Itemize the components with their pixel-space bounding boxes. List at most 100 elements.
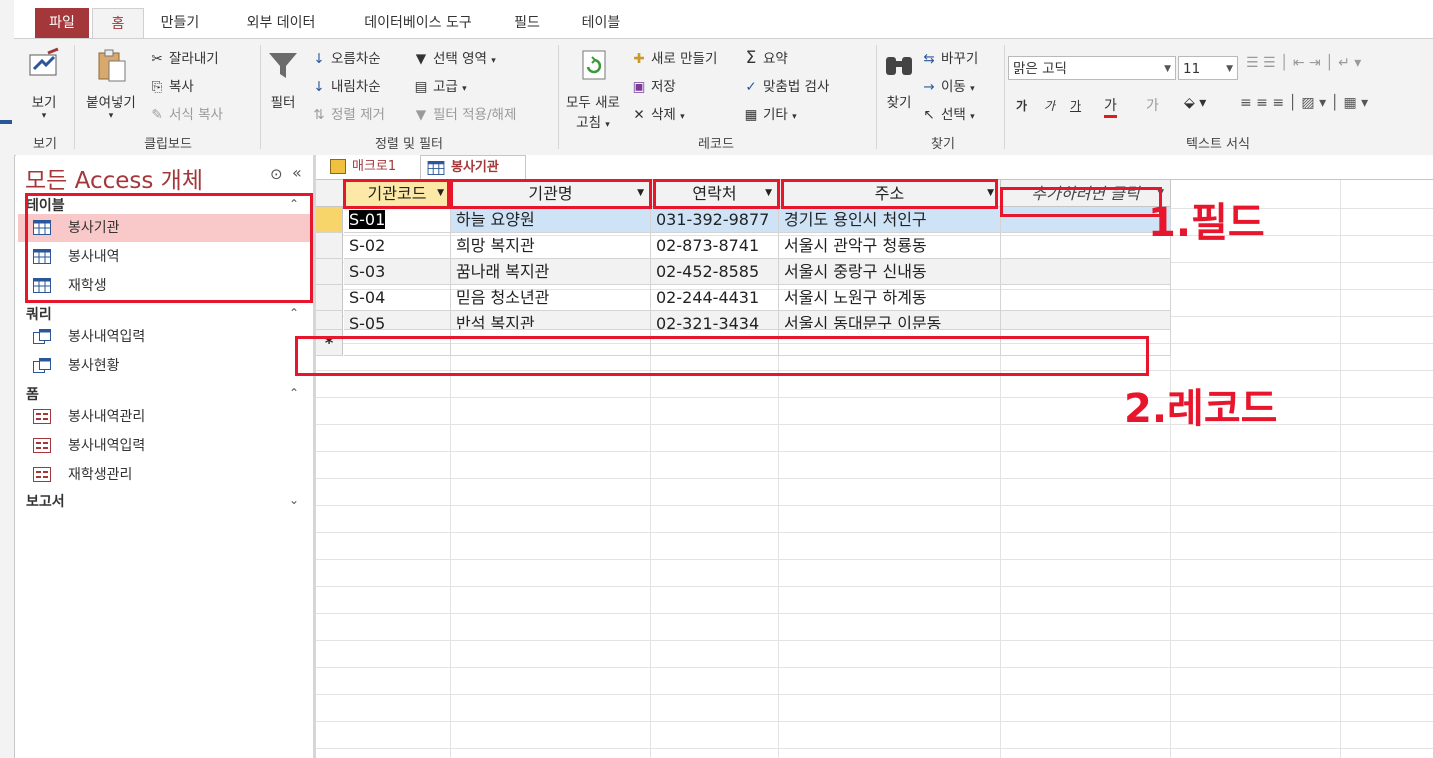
goto-button[interactable]: → 이동 ▾ (920, 75, 974, 95)
replace-button[interactable]: ⇆ 바꾸기 (920, 47, 978, 67)
underline-button[interactable]: 가 (1070, 97, 1081, 114)
new-record-button[interactable]: ✚ 새로 만들기 (630, 47, 717, 67)
row-selector[interactable] (316, 259, 343, 285)
toggle-filter-button[interactable]: ▼ 필터 적용/해제 (412, 103, 517, 123)
font-name-combo[interactable]: 맑은 고딕 ▼ (1008, 56, 1176, 80)
spelling-icon: ✓ (745, 79, 757, 95)
table-cell[interactable]: 하늘 요양원 (451, 207, 651, 233)
delete-record-button[interactable]: ✕ 삭제 ▾ (630, 103, 684, 123)
cut-button[interactable]: ✂ 잘라내기 (148, 47, 218, 67)
nav-item-query-봉사내역입력[interactable]: 봉사내역입력 (18, 323, 311, 351)
highlight-button[interactable]: 가 (1146, 95, 1159, 115)
nav-section-forms[interactable]: 폼 (26, 384, 39, 404)
fill-color-button[interactable]: ⬙ ▾ (1184, 95, 1206, 111)
table-cell[interactable] (1001, 285, 1171, 311)
table-cell[interactable]: S-05 (344, 311, 451, 330)
table-cell[interactable]: 서울시 관악구 청룡동 (779, 233, 1001, 259)
table-cell[interactable]: 02-873-8741 (651, 233, 779, 259)
table-cell[interactable] (1001, 233, 1171, 259)
nav-item-form-재학생관리[interactable]: 재학생관리 (18, 461, 311, 489)
table-cell[interactable]: 경기도 용인시 처인구 (779, 207, 1001, 233)
more-button[interactable]: ▦ 기타 ▾ (742, 103, 797, 123)
row-selector[interactable] (316, 207, 343, 233)
refresh-all-button[interactable]: 모두 새로 고침 ▾ (560, 47, 626, 131)
sort-ascending-button[interactable]: ↓ 오름차순 (310, 47, 380, 67)
font-color-button[interactable]: 가 (1104, 95, 1117, 118)
table-cell[interactable]: 서울시 노원구 하계동 (779, 285, 1001, 311)
chevron-down-icon: ▼ (1226, 64, 1233, 74)
table-cell[interactable]: 02-452-8585 (651, 259, 779, 285)
arrow-right-icon: → (923, 79, 935, 95)
tab-file[interactable]: 파일 (35, 8, 89, 38)
find-button[interactable]: 찾기 (876, 47, 922, 111)
tab-create[interactable]: 만들기 (150, 8, 210, 38)
table-cell[interactable]: 031-392-9877 (651, 207, 779, 233)
table-cell[interactable]: 희망 복지관 (451, 233, 651, 259)
doc-tab-table[interactable]: 봉사기관 (420, 155, 526, 181)
table-cell[interactable]: 반석 복지관 (451, 311, 651, 330)
bold-button[interactable]: 가 (1016, 97, 1027, 114)
chevron-down-icon[interactable]: ⌄ (289, 493, 299, 507)
copy-icon: ⎘ (151, 79, 163, 95)
tab-fields[interactable]: 필드 (502, 8, 552, 38)
row-selector[interactable] (316, 311, 343, 330)
collapse-pane-icon[interactable]: « (292, 163, 302, 182)
query-icon (33, 358, 51, 373)
select-button[interactable]: ↖ 선택 ▾ (920, 103, 974, 123)
chevron-up-icon[interactable]: ⌃ (289, 386, 299, 400)
tab-table[interactable]: 테이블 (566, 8, 636, 38)
chevron-up-icon[interactable]: ⌃ (289, 306, 299, 320)
selection-filter-button[interactable]: ▼ 선택 영역 ▾ (412, 47, 496, 67)
list-buttons[interactable]: ☰ ☰ │ ⇤ ⇥ │ ↵ ▾ (1246, 55, 1361, 71)
table-cell[interactable]: 02-321-3434 (651, 311, 779, 330)
nav-section-queries[interactable]: 쿼리 (26, 304, 52, 324)
totals-button[interactable]: Σ 요약 (742, 47, 788, 68)
annotation-box-record (295, 336, 1149, 376)
tab-external-data[interactable]: 외부 데이터 (226, 8, 336, 38)
advanced-filter-button[interactable]: ▤ 고급 ▾ (412, 75, 467, 95)
toggle-filter-icon: ▼ (415, 107, 427, 123)
table-cell[interactable]: S-01 (344, 207, 451, 233)
row-selector[interactable] (316, 285, 343, 311)
group-label-sort-filter: 정렬 및 필터 (374, 137, 444, 152)
nav-section-reports[interactable]: 보고서 (26, 491, 65, 511)
row-selector[interactable] (316, 233, 343, 259)
tab-home[interactable]: 홈 (92, 8, 144, 40)
table-cell[interactable]: S-03 (344, 259, 451, 285)
paint-bucket-icon: ⬙ (1184, 95, 1195, 111)
spelling-button[interactable]: ✓ 맞춤법 검사 (742, 75, 829, 95)
table-cell[interactable]: 서울시 동대문구 이문동 (779, 311, 1001, 330)
table-cell[interactable]: S-04 (344, 285, 451, 311)
font-size-combo[interactable]: 11 ▼ (1178, 56, 1238, 80)
table-cell[interactable] (1001, 259, 1171, 285)
paste-button[interactable]: 붙여넣기 ▾ (80, 47, 142, 121)
table-cell[interactable]: 꿈나래 복지관 (451, 259, 651, 285)
view-button[interactable]: 보기 ▾ (20, 47, 68, 121)
query-icon (33, 329, 51, 344)
save-record-button[interactable]: ▣ 저장 (630, 75, 676, 95)
filter-button[interactable]: 필터 (264, 47, 302, 111)
chevron-down-icon: ▼ (1164, 64, 1171, 74)
select-all-corner[interactable] (316, 180, 344, 207)
nav-item-form-봉사내역관리[interactable]: 봉사내역관리 (18, 403, 311, 431)
nav-item-query-봉사현황[interactable]: 봉사현황 (18, 352, 311, 380)
tab-database-tools[interactable]: 데이터베이스 도구 (344, 8, 492, 38)
form-icon (33, 438, 51, 453)
nav-menu-icon[interactable]: ⊙ (270, 165, 283, 183)
nav-pane-title[interactable]: 모든 Access 개체 (25, 161, 203, 195)
remove-sort-button[interactable]: ⇅ 정렬 제거 (310, 103, 385, 123)
table-cell[interactable] (1001, 311, 1171, 330)
table-cell[interactable]: 서울시 중랑구 신내동 (779, 259, 1001, 285)
sort-descending-button[interactable]: ↓ 내림차순 (310, 75, 380, 95)
table-cell[interactable]: 믿음 청소년관 (451, 285, 651, 311)
table-cell[interactable]: 02-244-4431 (651, 285, 779, 311)
nav-item-form-봉사내역입력[interactable]: 봉사내역입력 (18, 432, 311, 460)
italic-button[interactable]: 가 (1044, 97, 1055, 114)
doc-tab-macro[interactable]: 매크로1 (326, 155, 420, 179)
copy-button[interactable]: ⎘ 복사 (148, 75, 194, 95)
align-buttons[interactable]: ≡ ≡ ≡ │ ▨ ▾ │ ▦ ▾ (1240, 95, 1368, 111)
table-cell[interactable]: S-02 (344, 233, 451, 259)
document-tabs: 매크로1 봉사기관 (316, 155, 1433, 181)
refresh-icon (582, 50, 606, 80)
format-painter-button[interactable]: ✎ 서식 복사 (148, 103, 223, 123)
